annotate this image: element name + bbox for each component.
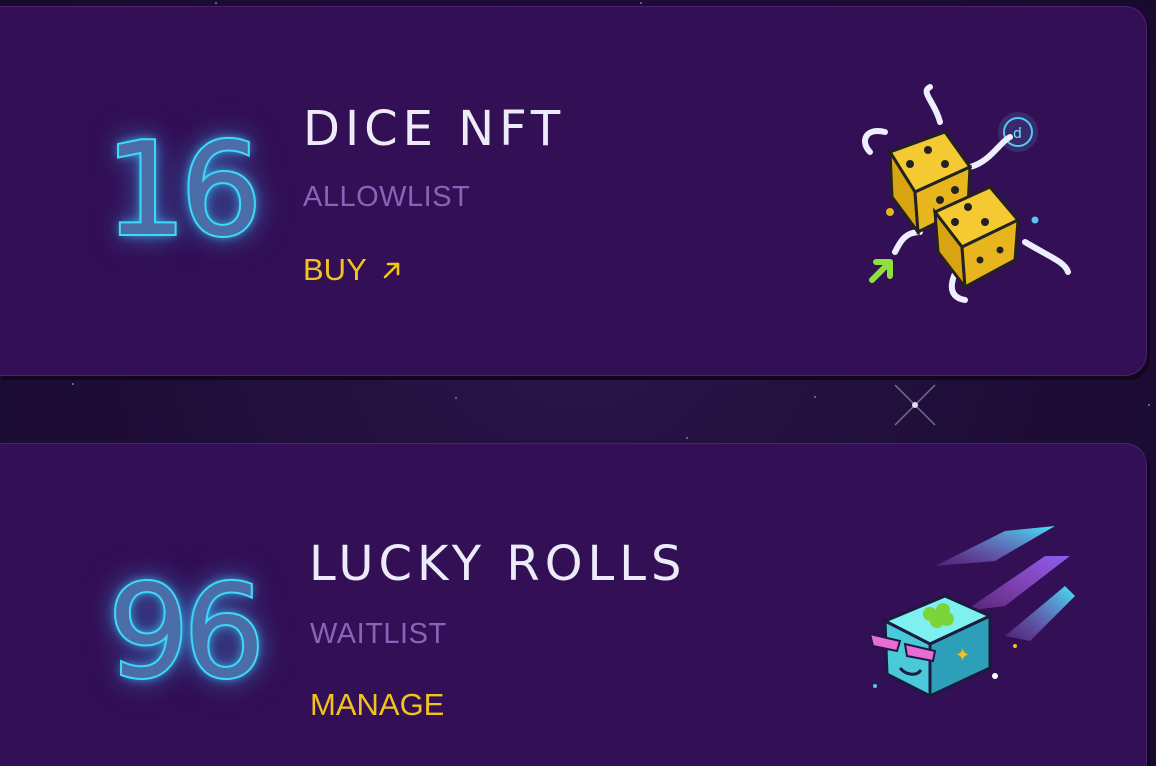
background-star xyxy=(686,437,688,439)
manage-link[interactable]: MANAGE xyxy=(310,689,444,720)
app-background: 16 DICE NFT ALLOWLIST BUY d 96 LUCKY ROL… xyxy=(0,0,1156,766)
svg-text:✦: ✦ xyxy=(955,645,970,666)
allowlist-count: 16 xyxy=(103,116,264,265)
lucky-rolls-card: 96 LUCKY ROLLS WAITLIST MANAGE ✦ xyxy=(0,443,1147,766)
dice-characters-icon: d xyxy=(862,84,1071,303)
svg-text:d: d xyxy=(1013,126,1022,142)
buy-link[interactable]: BUY xyxy=(303,254,403,285)
card-title: DICE NFT xyxy=(303,101,566,157)
dice-nft-card: 16 DICE NFT ALLOWLIST BUY d xyxy=(0,6,1147,376)
card-title: LUCKY ROLLS xyxy=(309,536,687,592)
waitlist-count: 96 xyxy=(106,558,267,707)
card-status: ALLOWLIST xyxy=(303,181,471,213)
background-star xyxy=(814,396,816,398)
arrow-up-right-icon xyxy=(383,262,400,278)
buy-link-label: BUY xyxy=(303,252,367,287)
background-star xyxy=(640,2,642,4)
manage-link-label: MANAGE xyxy=(310,687,445,722)
lucky-box-icon: ✦ xyxy=(868,526,1075,699)
sparkle-icon xyxy=(894,384,936,426)
background-star xyxy=(455,397,457,399)
card-status: WAITLIST xyxy=(310,618,447,650)
background-star xyxy=(1148,404,1150,406)
background-star xyxy=(72,383,74,385)
background-star xyxy=(215,2,217,4)
